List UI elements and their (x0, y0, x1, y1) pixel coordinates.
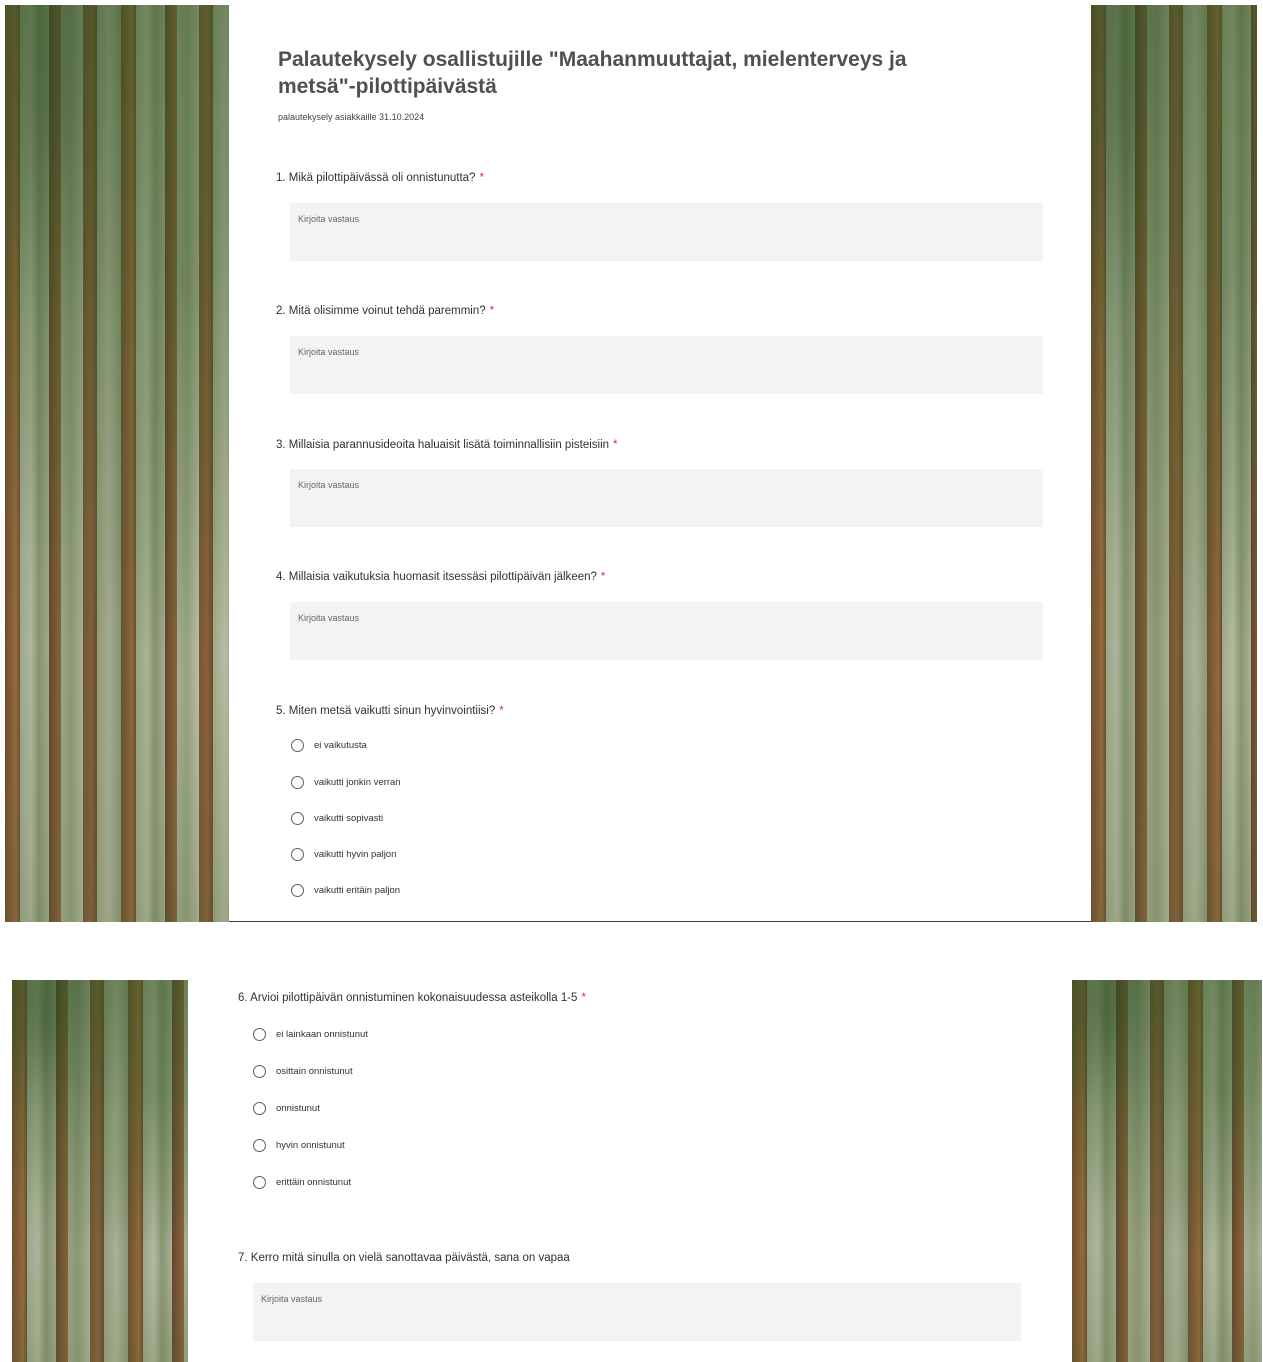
required-marker: * (613, 439, 618, 451)
question-2-answer-field[interactable]: Kirjoita vastaus (290, 336, 1043, 394)
question-text: 4. Millaisia vaikutuksia huomasit itsess… (276, 571, 597, 583)
radio-option[interactable]: ei lainkaan onnistunut (253, 1028, 368, 1041)
radio-option[interactable]: vaikutti hyvin paljon (291, 848, 396, 861)
question-3-answer-field[interactable]: Kirjoita vastaus (290, 469, 1043, 527)
option-label: hyvin onnistunut (276, 1140, 345, 1151)
question-text: 5. Miten metsä vaikutti sinun hyvinvoint… (276, 705, 496, 717)
question-6-label: 6. Arvioi pilottipäivän onnistuminen kok… (238, 992, 586, 1004)
section-divider (229, 921, 1091, 922)
answer-placeholder: Kirjoita vastaus (298, 214, 360, 224)
radio-button[interactable] (291, 848, 304, 861)
answer-placeholder: Kirjoita vastaus (261, 1294, 323, 1304)
option-label: onnistunut (276, 1103, 320, 1114)
question-text: 7. Kerro mitä sinulla on vielä sanottava… (238, 1252, 570, 1264)
radio-option[interactable]: hyvin onnistunut (253, 1139, 345, 1152)
option-label: vaikutti jonkin verran (314, 777, 401, 788)
question-text: 6. Arvioi pilottipäivän onnistuminen kok… (238, 992, 578, 1004)
option-label: erittäin onnistunut (276, 1177, 351, 1188)
required-marker: * (499, 705, 504, 717)
radio-button[interactable] (253, 1139, 266, 1152)
radio-button[interactable] (253, 1028, 266, 1041)
question-4-answer-field[interactable]: Kirjoita vastaus (290, 602, 1043, 660)
required-marker: * (489, 305, 495, 317)
radio-button[interactable] (291, 884, 304, 897)
radio-option[interactable]: osittain onnistunut (253, 1065, 353, 1078)
option-label: vaikutti eritäin paljon (314, 885, 401, 896)
question-7-label: 7. Kerro mitä sinulla on vielä sanottava… (238, 1252, 570, 1264)
answer-placeholder: Kirjoita vastaus (298, 613, 360, 623)
question-1-answer-field[interactable]: Kirjoita vastaus (290, 203, 1043, 261)
question-2-label: 2. Mitä olisimme voinut tehdä paremmin? * (276, 305, 494, 317)
question-5-label: 5. Miten metsä vaikutti sinun hyvinvoint… (276, 705, 504, 717)
required-marker: * (581, 992, 586, 1004)
answer-placeholder: Kirjoita vastaus (298, 480, 360, 490)
question-4-label: 4. Millaisia vaikutuksia huomasit itsess… (276, 571, 605, 583)
required-marker: * (479, 172, 484, 184)
question-7-answer-field[interactable]: Kirjoita vastaus (253, 1283, 1021, 1341)
forest-background-image (1091, 5, 1257, 922)
radio-option[interactable]: vaikutti sopivasti (291, 812, 383, 825)
radio-button[interactable] (253, 1065, 266, 1078)
required-marker: * (600, 571, 606, 583)
answer-placeholder: Kirjoita vastaus (298, 347, 360, 357)
question-text: 1. Mikä pilottipäivässä oli onnistunutta… (276, 172, 476, 184)
question-3-label: 3. Millaisia parannusideoita haluaisit l… (276, 439, 618, 451)
radio-option[interactable]: onnistunut (253, 1102, 320, 1115)
radio-button[interactable] (291, 812, 304, 825)
option-label: osittain onnistunut (276, 1066, 353, 1077)
radio-option[interactable]: ei vaikutusta (291, 739, 367, 752)
question-text: 3. Millaisia parannusideoita haluaisit l… (276, 439, 610, 451)
question-text: 2. Mitä olisimme voinut tehdä paremmin? (276, 305, 486, 317)
option-label: vaikutti hyvin paljon (314, 849, 397, 860)
radio-button[interactable] (253, 1176, 266, 1189)
radio-button[interactable] (291, 776, 304, 789)
forest-background-image (1072, 980, 1262, 1362)
option-label: ei lainkaan onnistunut (276, 1029, 368, 1040)
radio-button[interactable] (253, 1102, 266, 1115)
forest-background-image (12, 980, 188, 1362)
radio-option[interactable]: vaikutti eritäin paljon (291, 884, 400, 897)
option-label: vaikutti sopivasti (314, 813, 384, 824)
form-subtitle: palautekysely asiakkaille 31.10.2024 (278, 112, 425, 122)
forest-background-image (5, 5, 229, 922)
form-title: Palautekysely osallistujille "Maahanmuut… (278, 48, 907, 98)
option-label: ei vaikutusta (314, 740, 367, 751)
radio-option[interactable]: vaikutti jonkin verran (291, 776, 401, 789)
radio-button[interactable] (291, 739, 304, 752)
radio-option[interactable]: erittäin onnistunut (253, 1176, 351, 1189)
question-1-label: 1. Mikä pilottipäivässä oli onnistunutta… (276, 172, 484, 184)
